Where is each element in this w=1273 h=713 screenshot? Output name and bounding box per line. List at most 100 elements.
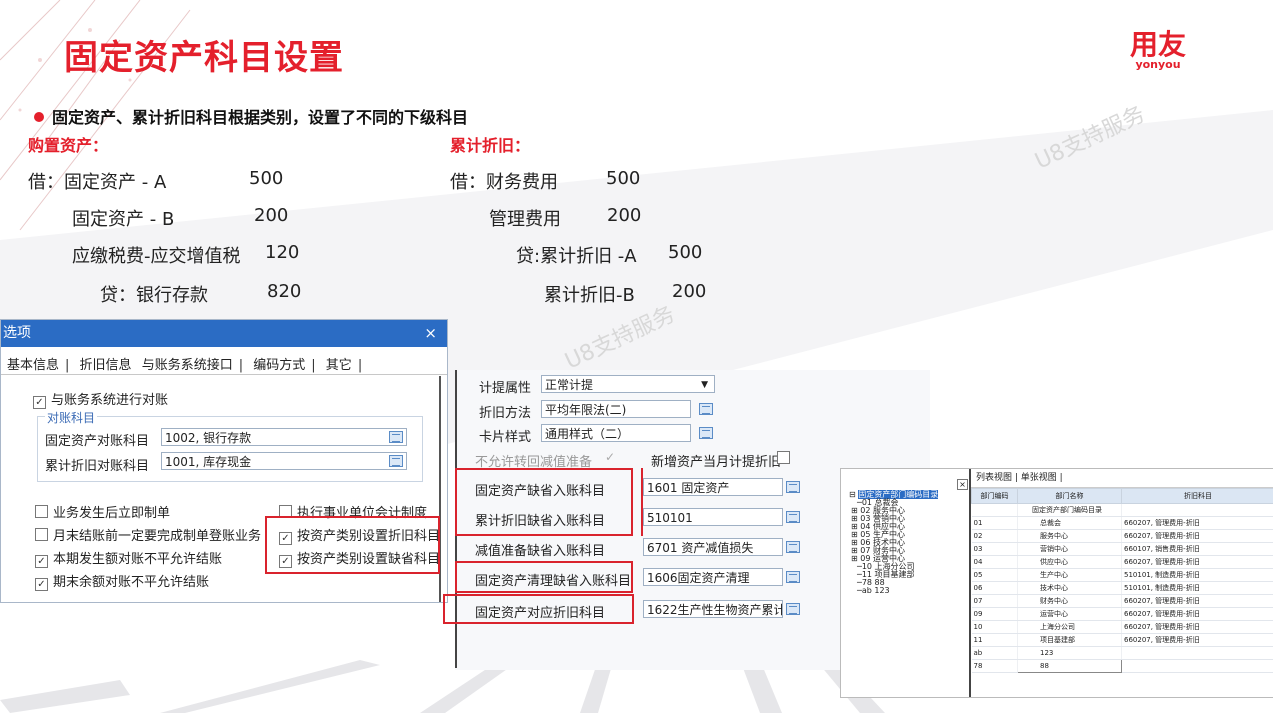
journal-line: 贷:累计折旧 -A <box>516 246 637 267</box>
close-icon[interactable]: × <box>957 479 968 490</box>
fa-account-field[interactable]: 1002, 银行存款 <box>161 428 407 446</box>
option-checkbox[interactable]: ✓ 本期发生额对账不平允许结账 <box>35 548 222 568</box>
browse-icon[interactable] <box>699 403 713 415</box>
table-row[interactable]: 05 生产中心 510101, 制造费用-折旧 <box>971 568 1273 582</box>
department-account-panel: × ⊟ 固定资产部门编码目录 ─01 总裁会 ⊞ 02 服务中心 ⊞ 03 营销… <box>840 468 1273 698</box>
tab-depreciation-info[interactable]: 折旧信息 <box>80 358 132 373</box>
journal-amount: 500 <box>606 168 641 189</box>
journal-line: 借：固定资产 - A <box>28 172 167 193</box>
close-icon[interactable]: × <box>424 320 437 347</box>
browse-icon[interactable] <box>699 427 713 439</box>
field-label: 减值准备缺省入账科目 <box>475 544 606 559</box>
journal-line: 累计折旧-B <box>544 285 635 306</box>
table-row[interactable]: ab 123 <box>971 646 1273 660</box>
option-checkbox[interactable]: 业务发生后立即制单 <box>35 502 170 521</box>
tab-basic-info[interactable]: 基本信息 <box>7 358 59 373</box>
dep-default-account-field[interactable]: 510101 <box>643 508 783 526</box>
journal-line: 应缴税费-应交增值税 <box>72 246 241 267</box>
bullet-point: 固定资产、累计折旧科目根据类别，设置了不同的下级科目 <box>34 104 468 128</box>
tab-coding[interactable]: 编码方式 <box>253 358 305 373</box>
bullet-dot-icon <box>34 112 44 122</box>
purchase-heading: 购置资产： <box>28 136 109 155</box>
journal-amount: 200 <box>607 205 642 226</box>
table-row[interactable]: 03 营销中心 660107, 销售费用-折旧 <box>971 542 1273 556</box>
dept-table: 部门编码 部门名称 折旧科目 固定资产部门编码目录 01 总裁会 660207, 管… <box>971 488 1273 673</box>
slide-title: 固定资产科目设置 <box>64 38 344 78</box>
journal-amount: 820 <box>267 281 302 302</box>
checkbox-icon <box>35 528 48 541</box>
highlight-box <box>265 516 440 574</box>
table-row[interactable]: 11 项目基建部 660207, 管理费用-折旧 <box>971 633 1273 647</box>
tab-bar: 基本信息 | 折旧信息 与账务系统接口 | 编码方式 | 其它 | <box>7 358 363 373</box>
options-dialog: 选项 × 基本信息 | 折旧信息 与账务系统接口 | 编码方式 | 其它 | ✓ 与账务系… <box>0 319 448 603</box>
checkbox-label: 与账务系统进行对账 <box>51 393 169 408</box>
method-label: 折旧方法 <box>479 406 532 421</box>
disposal-default-account-field[interactable]: 1606固定资产清理 <box>643 568 783 586</box>
fa-account-label: 固定资产对账科目 <box>45 434 150 449</box>
checkbox-label: 业务发生后立即制单 <box>53 506 171 521</box>
browse-icon[interactable] <box>389 455 403 467</box>
journal-amount: 200 <box>254 205 289 226</box>
highlight-box <box>455 468 633 536</box>
tree-node[interactable]: ─ab 123 <box>849 587 938 595</box>
impairment-default-account-field[interactable]: 6701 资产减值损失 <box>643 538 783 556</box>
table-row[interactable]: 07 财务中心 660207, 管理费用-折旧 <box>971 594 1273 608</box>
logo-text: 用友 <box>1130 28 1187 61</box>
browse-icon[interactable] <box>786 511 800 523</box>
chevron-down-icon: ▼ <box>701 380 708 390</box>
journal-amount: 500 <box>249 168 284 189</box>
accrual-label: 计提属性 <box>479 381 532 396</box>
accrual-select[interactable]: 正常计提 ▼ <box>541 375 715 393</box>
card-label: 卡片样式 <box>479 430 532 445</box>
journal-line: 借：财务费用 <box>450 172 558 193</box>
checkbox-label: 本期发生额对账不平允许结账 <box>53 552 223 567</box>
highlight-box <box>641 468 643 536</box>
table-row[interactable]: 09 运营中心 660207, 管理费用-折旧 <box>971 607 1273 621</box>
checkbox-icon[interactable] <box>777 451 790 464</box>
yonyou-logo: 用友 yonyou <box>1130 28 1187 72</box>
dialog-title: 选项 <box>3 325 31 341</box>
reconcile-checkbox[interactable]: ✓ 与账务系统进行对账 <box>33 389 168 409</box>
journal-amount: 500 <box>668 242 703 263</box>
fa-dep-account-field[interactable]: 1622生产性生物资产累计 <box>643 600 783 618</box>
checkbox-checked-icon[interactable]: ✓ <box>605 450 615 464</box>
journal-amount: 120 <box>265 242 300 263</box>
checkbox-label: 期末余额对账不平允许结账 <box>53 575 210 590</box>
table-row[interactable]: 固定资产部门编码目录 <box>971 503 1273 517</box>
browse-icon[interactable] <box>786 541 800 553</box>
logo-subtext: yonyou <box>1135 58 1181 71</box>
dep-account-label: 累计折旧对账科目 <box>45 459 150 474</box>
table-row[interactable]: 10 上海分公司 660207, 管理费用-折旧 <box>971 620 1273 634</box>
accrual-value: 正常计提 <box>545 378 594 392</box>
method-field[interactable]: 平均年限法(二) <box>541 400 691 418</box>
journal-line: 贷：银行存款 <box>100 285 208 306</box>
option-checkbox[interactable]: 月末结账前一定要完成制单登账业务 <box>35 525 261 544</box>
column-header: 折旧科目 <box>1121 488 1273 504</box>
tab-list-view[interactable]: 列表视图 <box>976 473 1012 483</box>
browse-icon[interactable] <box>389 431 403 443</box>
highlight-box <box>443 594 634 624</box>
checkbox-icon <box>35 505 48 518</box>
journal-amount: 200 <box>672 281 707 302</box>
table-row[interactable]: 04 供应中心 660207, 管理费用-折旧 <box>971 555 1273 569</box>
view-tabs: 列表视图 | 单张视图 | <box>971 469 1273 488</box>
dep-account-field[interactable]: 1001, 库存现金 <box>161 452 407 470</box>
dept-grid: 列表视图 | 单张视图 | 部门编码 部门名称 折旧科目 固定资产部门编码目录 … <box>971 469 1273 673</box>
table-row[interactable]: 02 服务中心 660207, 管理费用-折旧 <box>971 529 1273 543</box>
journal-line: 管理费用 <box>489 209 561 230</box>
checkbox-label: 月末结账前一定要完成制单登账业务 <box>53 529 262 544</box>
browse-icon[interactable] <box>786 481 800 493</box>
dept-tree: × ⊟ 固定资产部门编码目录 ─01 总裁会 ⊞ 02 服务中心 ⊞ 03 营销… <box>841 469 971 697</box>
tab-ledger-interface[interactable]: 与账务系统接口 <box>142 358 233 373</box>
table-row[interactable]: 06 技术中心 510101, 制造费用-折旧 <box>971 581 1273 595</box>
tab-card-view[interactable]: 单张视图 <box>1021 473 1057 483</box>
browse-icon[interactable] <box>786 603 800 615</box>
browse-icon[interactable] <box>786 571 800 583</box>
tab-other[interactable]: 其它 <box>326 358 352 373</box>
card-field[interactable]: 通用样式（二） <box>541 424 691 442</box>
checkbox-checked-icon: ✓ <box>35 578 48 591</box>
table-row[interactable]: 01 总裁会 660207, 管理费用-折旧 <box>971 516 1273 530</box>
table-row[interactable]: 78 88 <box>971 659 1273 673</box>
option-checkbox[interactable]: ✓ 期末余额对账不平允许结账 <box>35 571 209 591</box>
fa-default-account-field[interactable]: 1601 固定资产 <box>643 478 783 496</box>
